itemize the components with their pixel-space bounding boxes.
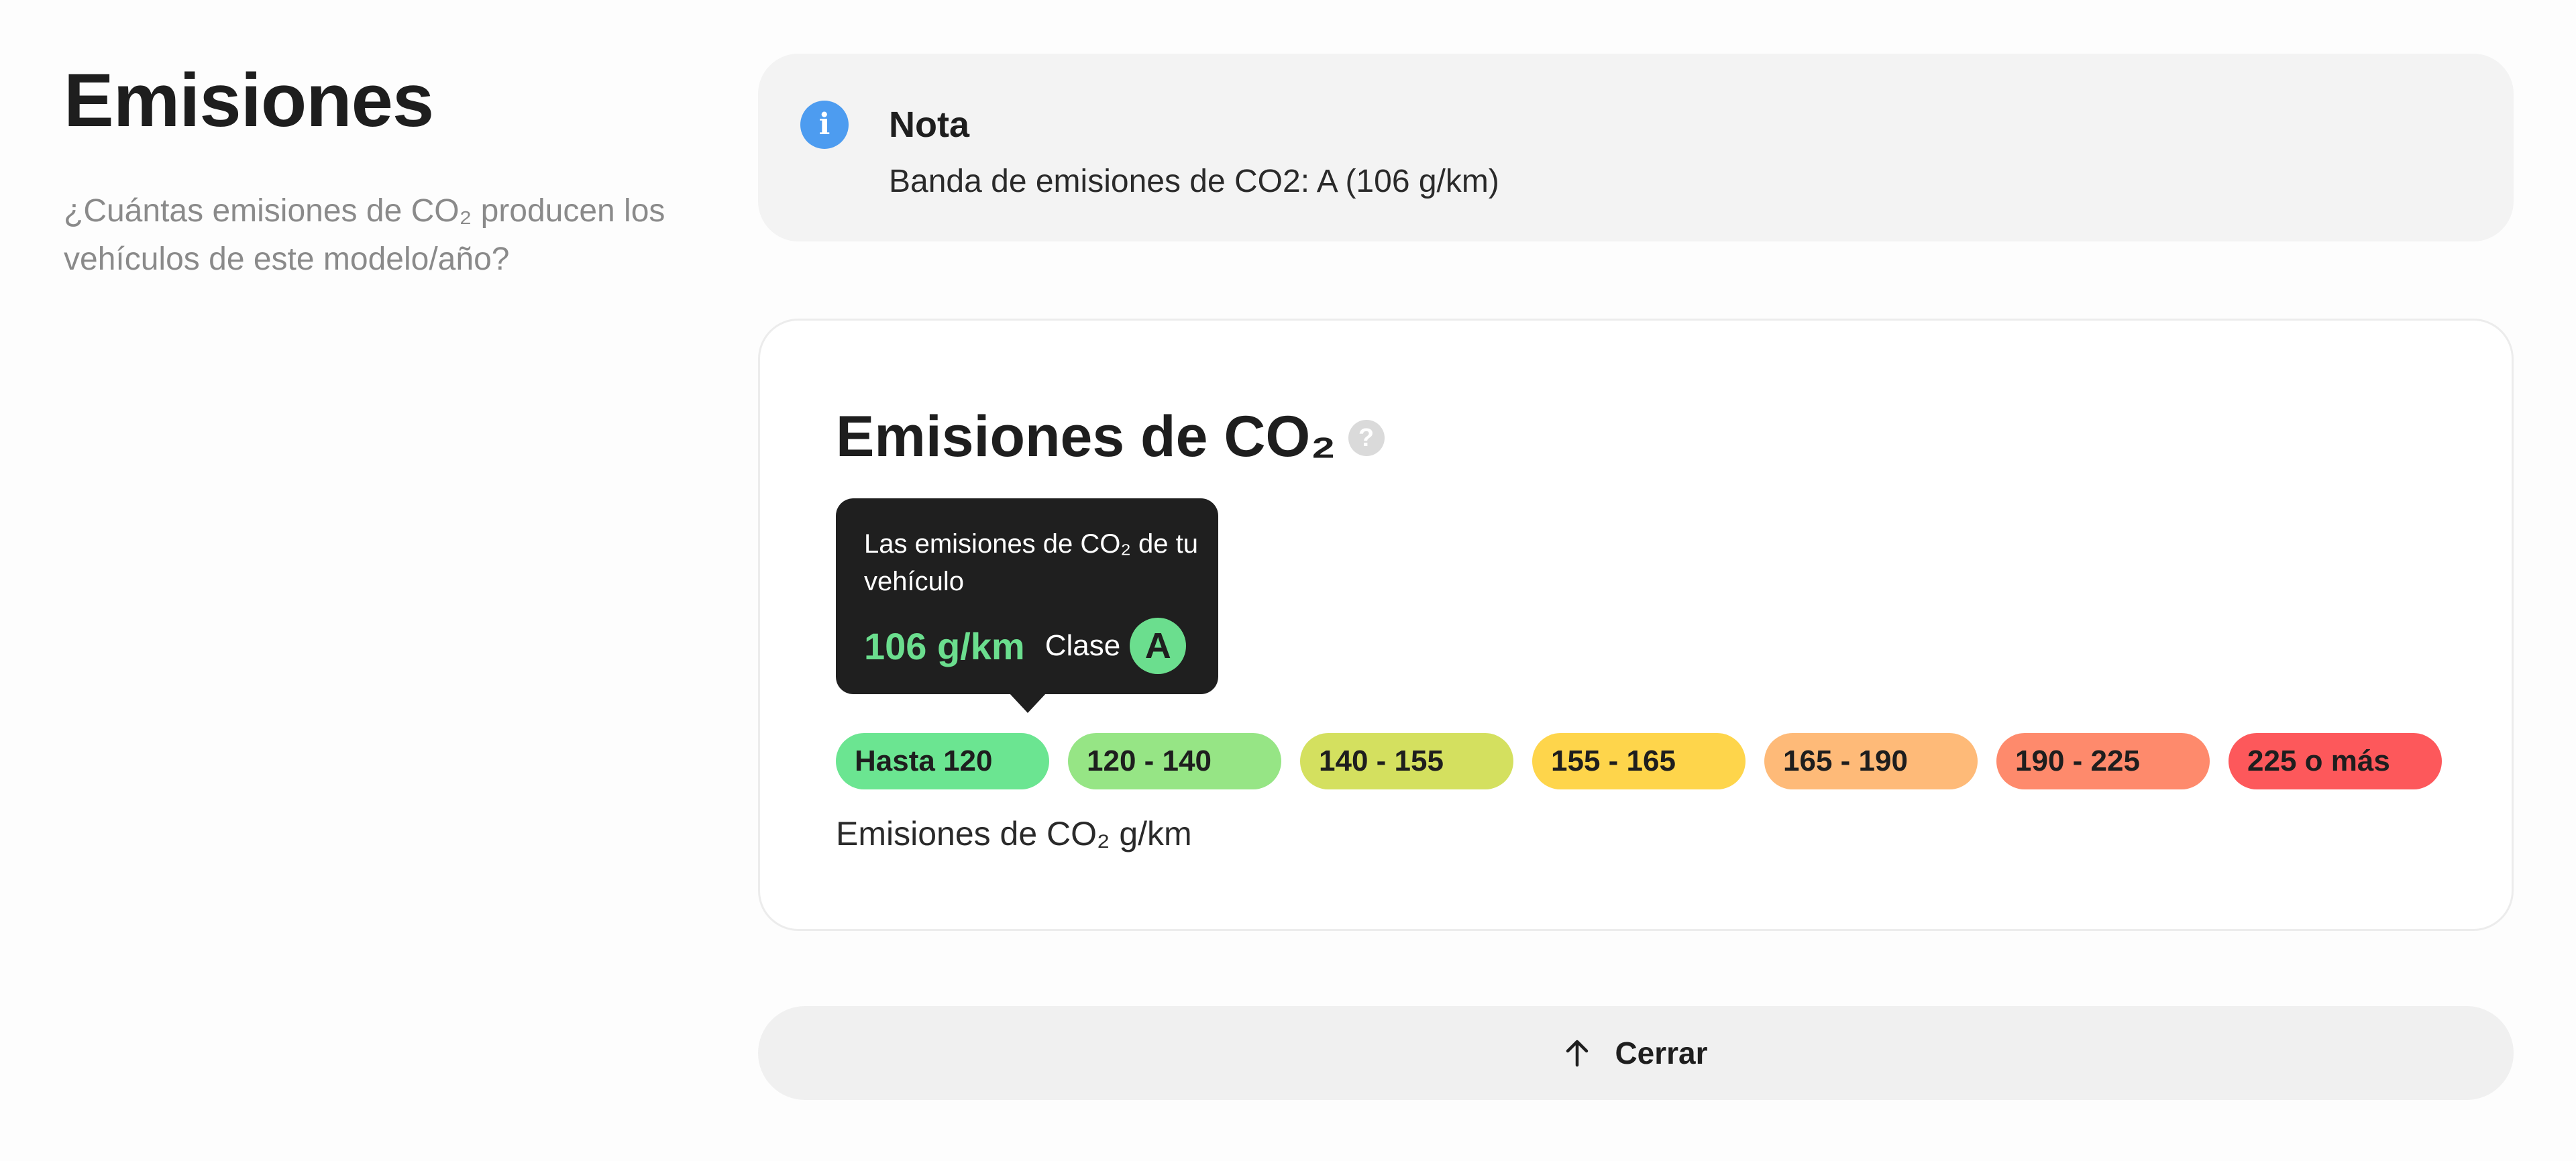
tooltip-value-row: 106 g/km Clase A xyxy=(864,618,1187,674)
note-panel: i Nota Banda de emisiones de CO2: A (106… xyxy=(758,54,2514,241)
class-label: Clase xyxy=(1044,629,1121,662)
header-section: Emisiones ¿Cuántas emisiones de CO₂ prod… xyxy=(64,57,701,284)
close-button[interactable]: Cerrar xyxy=(758,1006,2514,1100)
class-badge: A xyxy=(1130,618,1187,674)
band-140-155: 140 - 155 xyxy=(1300,733,1513,789)
emissions-title: Emisiones de CO₂? xyxy=(836,400,1385,474)
emissions-tooltip: Las emisiones de CO₂ de tu vehículo 106 … xyxy=(836,498,1218,713)
page-subtitle: ¿Cuántas emisiones de CO₂ producen los v… xyxy=(64,193,665,277)
band-190-225: 190 - 225 xyxy=(1996,733,2210,789)
unit-label: Emisiones de CO₂ g/km xyxy=(836,815,1192,852)
emissions-title-text: Emisiones de CO₂ xyxy=(836,404,1336,469)
band-155-165: 155 - 165 xyxy=(1532,733,1746,789)
tooltip-text: Las emisiones de CO₂ de tu vehículo xyxy=(864,529,1199,596)
emissions-card: Emisiones de CO₂? Las emisiones de CO₂ d… xyxy=(758,319,2514,931)
page-title: Emisiones xyxy=(64,58,434,142)
info-icon: i xyxy=(800,101,849,149)
note-text: Banda de emisiones de CO2: A (106 g/km) xyxy=(889,164,1499,199)
arrow-up-icon xyxy=(1566,1040,1589,1067)
emissions-value: 106 g/km xyxy=(864,624,1025,667)
note-title: Nota xyxy=(889,105,969,145)
band-225-o-mas: 225 o más xyxy=(2229,733,2442,789)
band-hasta-120: Hasta 120 xyxy=(836,733,1049,789)
question-icon[interactable]: ? xyxy=(1348,420,1385,457)
close-label: Cerrar xyxy=(1615,1036,1708,1070)
emission-bands: Hasta 120 120 - 140 140 - 155 155 - 165 … xyxy=(836,733,2442,789)
band-165-190: 165 - 190 xyxy=(1764,733,1978,789)
band-120-140: 120 - 140 xyxy=(1068,733,1281,789)
